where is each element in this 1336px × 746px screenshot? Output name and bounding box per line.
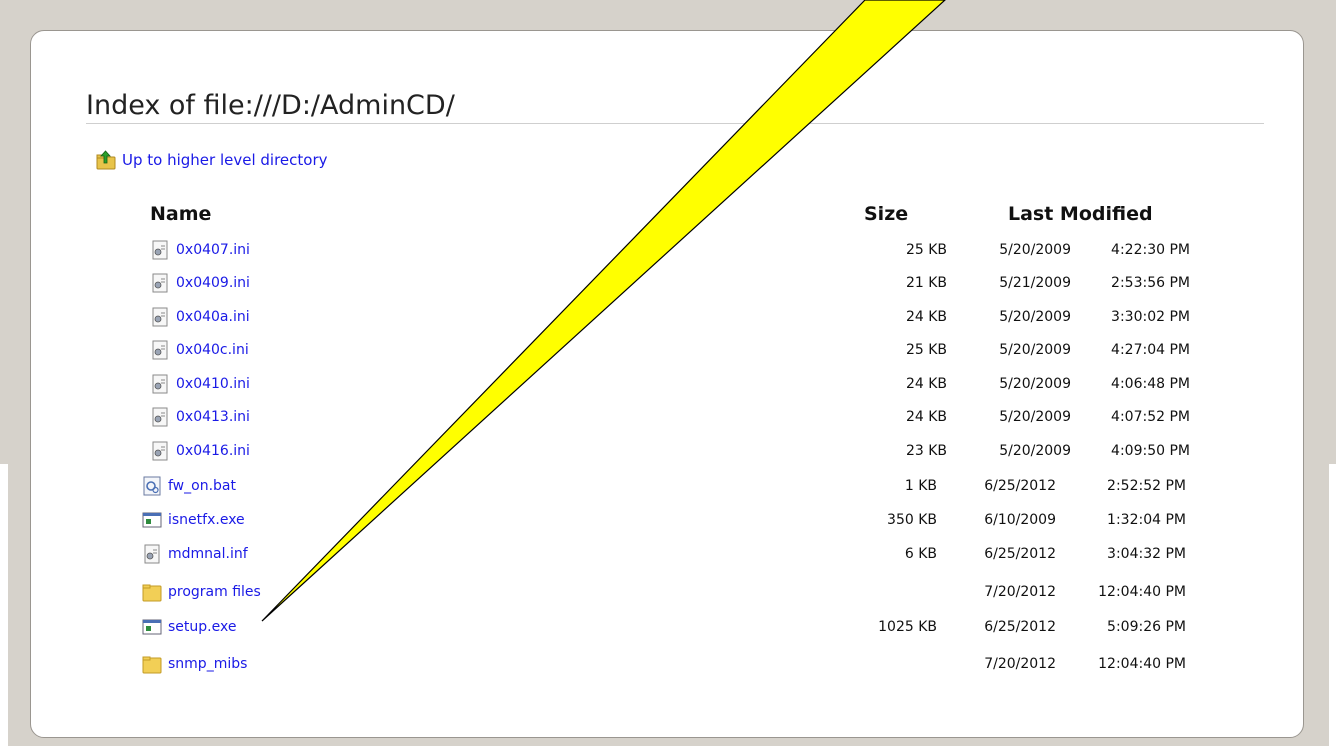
file-row: 0x040c.ini 25 KB 5/20/2009 4:27:04 PM [0, 336, 1336, 364]
file-link-isnetfx-exe[interactable]: isnetfx.exe [142, 506, 245, 534]
file-row: 0x0409.ini 21 KB 5/21/2009 2:53:56 PM [0, 269, 1336, 297]
file-date: 7/20/2012 [984, 656, 1056, 672]
up-directory-label: Up to higher level directory [122, 151, 328, 169]
file-time: 4:07:52 PM [1111, 409, 1190, 425]
file-size: 21 KB [905, 275, 947, 291]
file-link-fw-on-bat[interactable]: fw_on.bat [142, 472, 236, 500]
folder-icon [142, 654, 162, 674]
ini-file-icon [150, 374, 170, 394]
file-date: 5/20/2009 [999, 309, 1071, 325]
file-size: 24 KB [905, 409, 947, 425]
file-row: 0x0413.ini 24 KB 5/20/2009 4:07:52 PM [0, 403, 1336, 431]
page-title: Index of file:///D:/AdminCD/ [86, 90, 455, 121]
file-time: 4:22:30 PM [1111, 242, 1190, 258]
file-date: 5/20/2009 [999, 342, 1071, 358]
batch-file-icon [142, 476, 162, 496]
file-size: 25 KB [905, 242, 947, 258]
file-link-0x0410-ini[interactable]: 0x0410.ini [150, 370, 250, 398]
column-header-name[interactable]: Name [150, 203, 211, 225]
file-time: 12:04:40 PM [1098, 656, 1186, 672]
file-date: 5/20/2009 [999, 409, 1071, 425]
ini-file-icon [142, 544, 162, 564]
ini-file-icon [150, 441, 170, 461]
file-size: 350 KB [887, 512, 937, 528]
file-date: 5/21/2009 [999, 275, 1071, 291]
column-header-size[interactable]: Size [864, 203, 908, 225]
file-time: 2:53:56 PM [1111, 275, 1190, 291]
file-size: 6 KB [904, 546, 937, 562]
file-date: 5/20/2009 [999, 242, 1071, 258]
ini-file-icon [150, 273, 170, 293]
file-time: 4:27:04 PM [1111, 342, 1190, 358]
file-name: 0x0409.ini [176, 275, 250, 291]
file-name: 0x040c.ini [176, 342, 249, 358]
file-name: setup.exe [168, 619, 237, 635]
file-row: setup.exe 1025 KB 6/25/2012 5:09:26 PM [0, 613, 1336, 641]
ini-file-icon [150, 307, 170, 327]
ini-file-icon [150, 340, 170, 360]
file-link-0x0416-ini[interactable]: 0x0416.ini [150, 437, 250, 465]
up-folder-icon [96, 150, 116, 170]
file-name: 0x0413.ini [176, 409, 250, 425]
file-link-0x0407-ini[interactable]: 0x0407.ini [150, 236, 250, 264]
file-row: snmp_mibs 7/20/2012 12:04:40 PM [0, 650, 1336, 678]
column-header-last-modified[interactable]: Last Modified [1008, 203, 1153, 225]
file-link-snmp-mibs[interactable]: snmp_mibs [142, 650, 247, 678]
file-time: 5:09:26 PM [1107, 619, 1186, 635]
file-name: program files [168, 584, 261, 600]
file-row: mdmnal.inf 6 KB 6/25/2012 3:04:32 PM [0, 540, 1336, 568]
file-time: 3:04:32 PM [1107, 546, 1186, 562]
file-row: 0x0416.ini 23 KB 5/20/2009 4:09:50 PM [0, 437, 1336, 465]
file-time: 2:52:52 PM [1107, 478, 1186, 494]
file-time: 4:09:50 PM [1111, 443, 1190, 459]
file-name: snmp_mibs [168, 656, 248, 672]
ini-file-icon [150, 407, 170, 427]
file-row: isnetfx.exe 350 KB 6/10/2009 1:32:04 PM [0, 506, 1336, 534]
executable-icon [142, 510, 162, 530]
file-size: 1 KB [904, 478, 937, 494]
file-name: mdmnal.inf [168, 546, 248, 562]
title-divider [86, 123, 1264, 124]
file-size: 24 KB [905, 309, 947, 325]
file-name: 0x0410.ini [176, 376, 250, 392]
file-row: program files 7/20/2012 12:04:40 PM [0, 578, 1336, 606]
executable-icon [142, 617, 162, 637]
file-name: 0x040a.ini [176, 309, 250, 325]
folder-icon [142, 582, 162, 602]
file-date: 6/10/2009 [984, 512, 1056, 528]
file-link-program-files[interactable]: program files [142, 578, 261, 606]
file-name: isnetfx.exe [168, 512, 245, 528]
file-time: 3:30:02 PM [1111, 309, 1190, 325]
file-size: 25 KB [905, 342, 947, 358]
file-date: 6/25/2012 [984, 546, 1056, 562]
file-link-0x040c-ini[interactable]: 0x040c.ini [150, 336, 249, 364]
up-directory-link[interactable]: Up to higher level directory [96, 146, 328, 174]
file-link-setup-exe[interactable]: setup.exe [142, 613, 236, 641]
file-date: 6/25/2012 [984, 478, 1056, 494]
file-row: 0x040a.ini 24 KB 5/20/2009 3:30:02 PM [0, 303, 1336, 331]
file-time: 12:04:40 PM [1098, 584, 1186, 600]
file-date: 6/25/2012 [984, 619, 1056, 635]
file-size: 23 KB [905, 443, 947, 459]
file-link-0x040a-ini[interactable]: 0x040a.ini [150, 303, 250, 331]
file-size: 1025 KB [878, 619, 937, 635]
file-link-0x0409-ini[interactable]: 0x0409.ini [150, 269, 250, 297]
file-date: 5/20/2009 [999, 376, 1071, 392]
file-size: 24 KB [905, 376, 947, 392]
file-date: 7/20/2012 [984, 584, 1056, 600]
file-time: 4:06:48 PM [1111, 376, 1190, 392]
file-row: fw_on.bat 1 KB 6/25/2012 2:52:52 PM [0, 472, 1336, 500]
file-name: 0x0416.ini [176, 443, 250, 459]
file-row: 0x0410.ini 24 KB 5/20/2009 4:06:48 PM [0, 370, 1336, 398]
file-row: 0x0407.ini 25 KB 5/20/2009 4:22:30 PM [0, 236, 1336, 264]
file-name: 0x0407.ini [176, 242, 250, 258]
file-name: fw_on.bat [168, 478, 236, 494]
file-link-mdmnal-inf[interactable]: mdmnal.inf [142, 540, 248, 568]
file-link-0x0413-ini[interactable]: 0x0413.ini [150, 403, 250, 431]
ini-file-icon [150, 240, 170, 260]
file-date: 5/20/2009 [999, 443, 1071, 459]
file-time: 1:32:04 PM [1107, 512, 1186, 528]
